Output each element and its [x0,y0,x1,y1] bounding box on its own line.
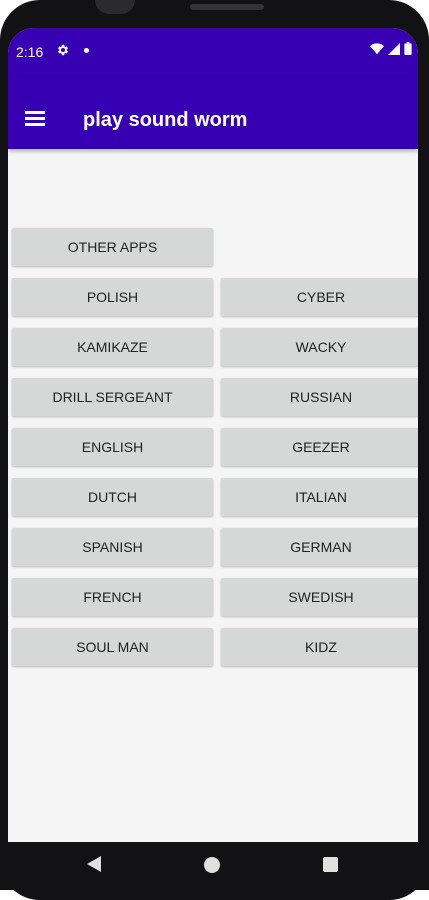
hamburger-menu-icon[interactable] [25,111,47,129]
cyber-button[interactable]: CYBER [221,278,418,316]
russian-button[interactable]: RUSSIAN [221,378,418,416]
kamikaze-button[interactable]: KAMIKAZE [12,328,213,366]
signal-icon [388,42,400,60]
geezer-button[interactable]: GEEZER [221,428,418,466]
wacky-button[interactable]: WACKY [221,328,418,366]
swedish-button[interactable]: SWEDISH [221,578,418,616]
dutch-button[interactable]: DUTCH [12,478,213,516]
wifi-icon [370,42,384,60]
spanish-button[interactable]: SPANISH [12,528,213,566]
recents-icon[interactable] [323,857,338,872]
home-icon[interactable] [204,857,220,873]
back-icon[interactable] [87,856,101,872]
kidz-button[interactable]: KIDZ [221,628,418,666]
polish-button[interactable]: POLISH [12,278,213,316]
english-button[interactable]: ENGLISH [12,428,213,466]
screen: 2:16 play sound worm OTHER APPS POLISH C… [8,28,418,842]
other-apps-button[interactable]: OTHER APPS [12,228,213,266]
device: 2:16 play sound worm OTHER APPS POLISH C… [0,0,429,900]
status-time: 2:16 [16,44,44,60]
status-icons [370,42,412,60]
app-title: play sound worm [83,109,248,131]
drill-sergeant-button[interactable]: DRILL SERGEANT [12,378,213,416]
status-bar: 2:16 [8,28,418,78]
notification-dot-icon [84,48,89,53]
french-button[interactable]: FRENCH [12,578,213,616]
earpiece-speaker [190,4,264,10]
gear-icon [56,43,70,60]
navigation-bar [0,842,429,890]
italian-button[interactable]: ITALIAN [221,478,418,516]
phone-frame: 2:16 play sound worm OTHER APPS POLISH C… [0,0,429,900]
battery-icon [404,42,412,60]
app-bar: play sound worm [8,78,418,149]
front-camera [95,0,135,14]
german-button[interactable]: GERMAN [221,528,418,566]
soul-man-button[interactable]: SOUL MAN [12,628,213,666]
